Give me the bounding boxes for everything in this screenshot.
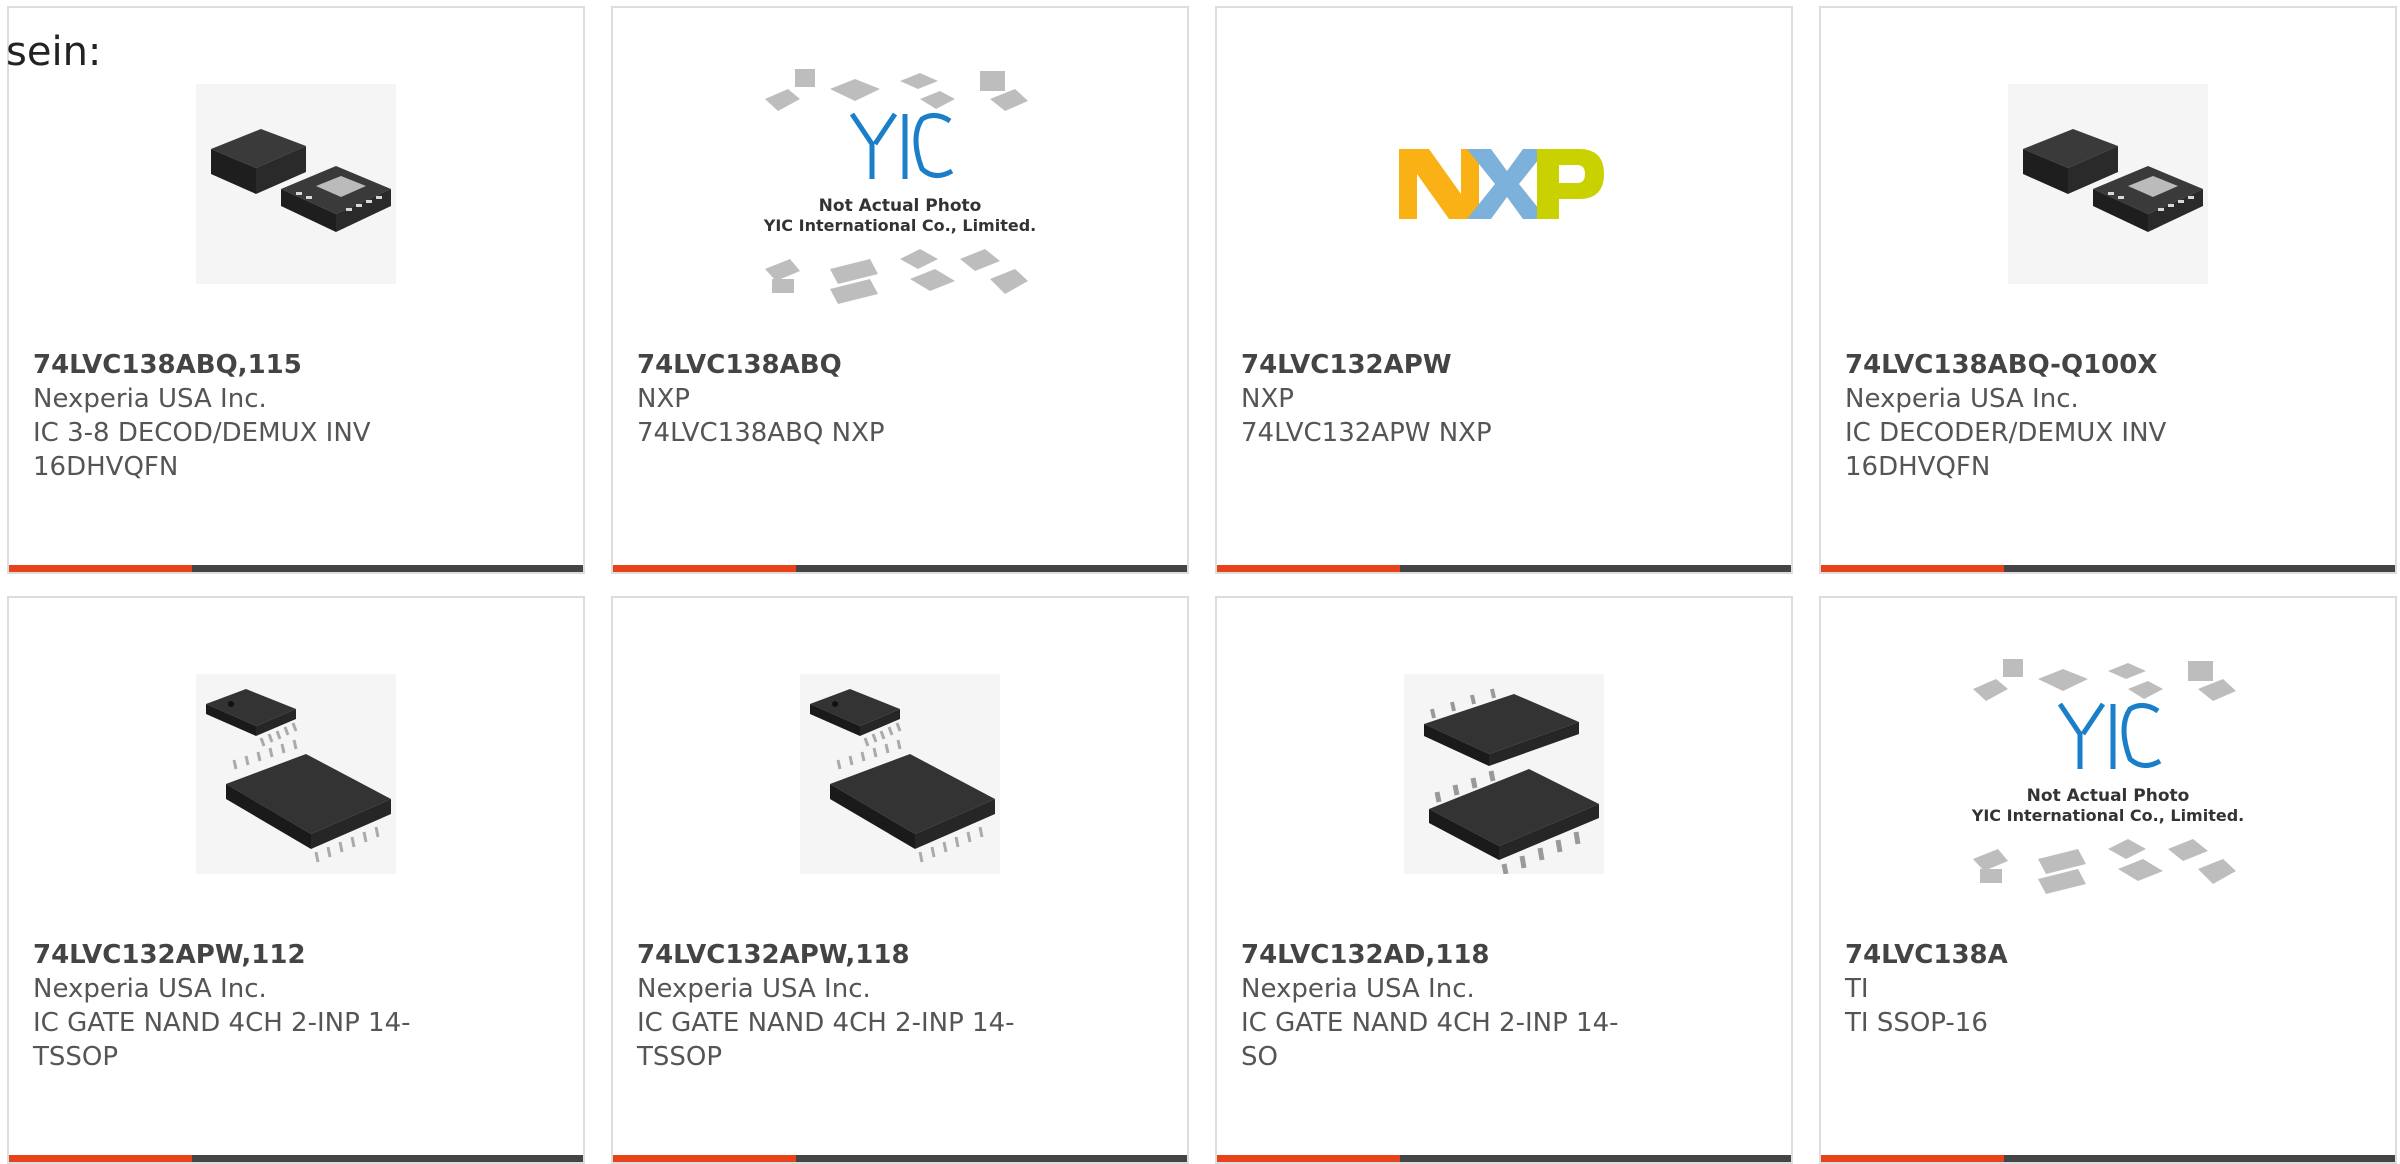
card-accent-bar [1821,565,2004,572]
manufacturer-name: TI [1845,974,1869,1004]
manufacturer-name: Nexperia USA Inc. [637,974,871,1004]
part-number-link[interactable]: 74LVC132APW,118 [637,938,1027,972]
card-accent-bar [1217,1155,1400,1162]
card-accent-bar [613,565,796,572]
part-number-link[interactable]: 74LVC132APW,112 [33,938,423,972]
product-image[interactable] [1821,74,2395,294]
product-card[interactable]: Not Actual Photo YIC International Co., … [611,6,1189,574]
product-image[interactable]: Not Actual Photo YIC International Co., … [1821,659,2395,894]
product-description: 74LVC138ABQ NXP [637,418,885,448]
product-description: 74LVC132APW NXP [1241,418,1492,448]
card-accent-bar [1821,1155,2004,1162]
manufacturer-name: Nexperia USA Inc. [33,384,267,414]
manufacturer-name: NXP [1241,384,1294,414]
nxp-logo-icon [1399,149,1604,219]
card-accent-bar [9,1155,192,1162]
card-bottom-bar [1217,1155,1791,1162]
product-grid: 74LVC138ABQ,115 Nexperia USA Inc. IC 3-8… [7,6,2397,1164]
part-number-link[interactable]: 74LVC138A [1845,938,2235,972]
product-description: TI SSOP-16 [1845,1008,1988,1038]
card-bottom-bar [613,1155,1187,1162]
product-card[interactable]: 74LVC132APW,112 Nexperia USA Inc. IC GAT… [7,596,585,1164]
card-bottom-bar [9,1155,583,1162]
product-card[interactable]: 74LVC132AD,118 Nexperia USA Inc. IC GATE… [1215,596,1793,1164]
card-bottom-bar [613,565,1187,572]
card-bottom-bar [1821,1155,2395,1162]
product-image[interactable] [1217,74,1791,294]
product-image[interactable]: Not Actual Photo YIC International Co., … [613,69,1187,304]
product-image[interactable] [1217,664,1791,884]
dhvqfn-chip-photo-icon [2008,84,2208,284]
card-bottom-bar [9,565,583,572]
product-description: IC DECODER/DEMUX INV 16DHVQFN [1845,418,2167,482]
part-number-link[interactable]: 74LVC132AD,118 [1241,938,1631,972]
yic-placeholder-line1: Not Actual Photo [2027,786,2190,806]
part-number-link[interactable]: 74LVC138ABQ [637,348,1027,382]
intro-text: sein: [6,29,102,75]
yic-placeholder-line2: YIC International Co., Limited. [1971,806,2244,825]
card-accent-bar [9,565,192,572]
so-chip-photo-icon [1404,674,1604,874]
product-image[interactable] [9,74,583,294]
yic-placeholder-icon: Not Actual Photo YIC International Co., … [1971,659,2244,894]
product-card[interactable]: 74LVC132APW NXP 74LVC132APW NXP [1215,6,1793,574]
product-card[interactable]: Not Actual Photo YIC International Co., … [1819,596,2397,1164]
part-number-link[interactable]: 74LVC138ABQ-Q100X [1845,348,2235,382]
yic-placeholder-line1: Not Actual Photo [819,196,982,216]
product-description: IC GATE NAND 4CH 2-INP 14-TSSOP [637,1008,1015,1072]
product-description: IC GATE NAND 4CH 2-INP 14-SO [1241,1008,1619,1072]
product-card[interactable]: 74LVC138ABQ,115 Nexperia USA Inc. IC 3-8… [7,6,585,574]
part-number-link[interactable]: 74LVC138ABQ,115 [33,348,423,382]
dhvqfn-chip-photo-icon [196,84,396,284]
manufacturer-name: NXP [637,384,690,414]
yic-placeholder-icon: Not Actual Photo YIC International Co., … [763,69,1036,304]
tssop-chip-photo-icon [196,674,396,874]
card-accent-bar [1217,565,1400,572]
product-description: IC GATE NAND 4CH 2-INP 14-TSSOP [33,1008,411,1072]
card-bottom-bar [1821,565,2395,572]
manufacturer-name: Nexperia USA Inc. [1845,384,2079,414]
product-description: IC 3-8 DECOD/DEMUX INV 16DHVQFN [33,418,371,482]
manufacturer-name: Nexperia USA Inc. [1241,974,1475,1004]
product-card[interactable]: 74LVC138ABQ-Q100X Nexperia USA Inc. IC D… [1819,6,2397,574]
card-accent-bar [613,1155,796,1162]
tssop-chip-photo-icon [800,674,1000,874]
manufacturer-name: Nexperia USA Inc. [33,974,267,1004]
part-number-link[interactable]: 74LVC132APW [1241,348,1631,382]
card-bottom-bar [1217,565,1791,572]
product-image[interactable] [9,664,583,884]
yic-placeholder-line2: YIC International Co., Limited. [763,216,1036,235]
product-card[interactable]: 74LVC132APW,118 Nexperia USA Inc. IC GAT… [611,596,1189,1164]
product-image[interactable] [613,664,1187,884]
